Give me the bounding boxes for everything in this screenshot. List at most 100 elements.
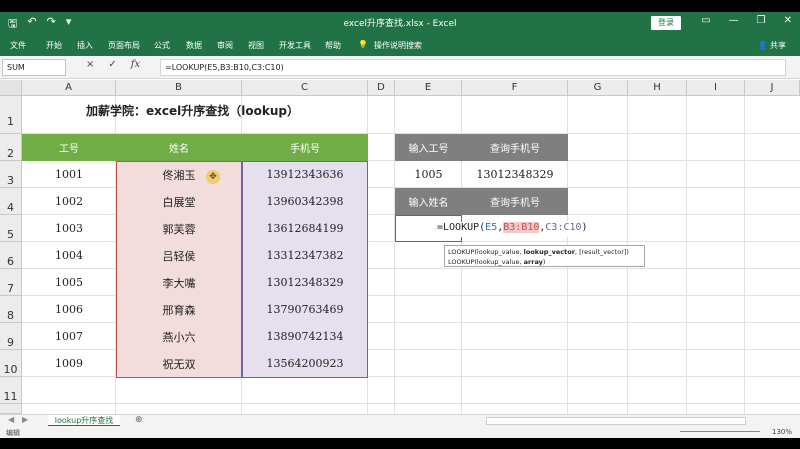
row-header-3[interactable]: 3 [0,161,22,188]
lookup1-header-input[interactable]: 输入工号 [395,134,462,161]
formula-buttons: × ✓ fx [86,59,140,70]
lightbulb-icon: 💡 [358,40,368,49]
cell-id[interactable]: 1009 [22,350,116,377]
row-header-7[interactable]: 7 [0,269,22,296]
row-header-5[interactable]: 5 [0,215,22,242]
tab-page-layout[interactable]: 页面布局 [108,40,140,51]
tab-review[interactable]: 审阅 [217,40,233,51]
name-box[interactable]: SUM [2,59,66,76]
table-header-phone[interactable]: 手机号 [242,134,368,161]
col-header-f[interactable]: F [462,80,568,96]
cell-phone[interactable]: 13790763469 [242,296,368,323]
tooltip-current-arg: array [523,258,543,266]
row-header-10[interactable]: 10 [0,350,22,377]
cell-id[interactable]: 1006 [22,296,116,323]
zoom-slider[interactable] [680,431,760,432]
tab-home[interactable]: 开始 [46,40,62,51]
cell-edit-formula[interactable]: =LOOKUP(E5,B3:B10,C3:C10) [437,222,588,237]
lookup1-header-result[interactable]: 查询手机号 [462,134,568,161]
formula-input[interactable]: =LOOKUP(E5,B3:B10,C3:C10) [160,59,786,76]
col-header-a[interactable]: A [22,80,116,96]
tab-developer[interactable]: 开发工具 [279,40,311,51]
tab-formulas[interactable]: 公式 [154,40,170,51]
insert-function-icon[interactable]: fx [131,59,140,70]
col-header-e[interactable]: E [395,80,462,96]
cell-id[interactable]: 1005 [22,269,116,296]
tab-insert[interactable]: 插入 [77,40,93,51]
maximize-icon[interactable]: ❐ [757,15,766,26]
cell-phone[interactable]: 13612684199 [242,215,368,242]
lookup1-input[interactable]: 1005 [395,161,462,188]
minimize-icon[interactable]: — [729,15,739,26]
enter-icon[interactable]: ✓ [108,59,116,70]
col-header-d[interactable]: D [368,80,395,96]
cell-name[interactable]: 邢育森 [116,296,242,323]
ribbon-options-icon[interactable]: ▭ [701,15,710,26]
cell-phone[interactable]: 13564200923 [242,350,368,377]
scroll-right-icon[interactable]: ▶ [22,415,28,424]
tooltip-text: ) [542,258,546,266]
tab-data[interactable]: 数据 [186,40,202,51]
share-label: 共享 [770,41,786,50]
zoom-level[interactable]: 130% [772,428,792,436]
cell-id[interactable]: 1007 [22,323,116,350]
tab-help[interactable]: 帮助 [325,40,341,51]
row-header-6[interactable]: 6 [0,242,22,269]
tooltip-line-vector[interactable]: LOOKUP(lookup_value, lookup_vector, [res… [448,247,641,257]
cell-name[interactable]: 吕轻侯 [116,242,242,269]
col-header-h[interactable]: H [628,80,687,96]
cell-name[interactable]: 白展堂 [116,188,242,215]
tooltip-line-array[interactable]: LOOKUP(lookup_value, array) [448,257,641,267]
lookup1-result[interactable]: 13012348329 [462,161,568,188]
sheet-tab-bar: ◀ ▶ lookup升序查找 ⊕ [0,414,800,427]
tell-me-search[interactable]: 操作说明搜索 [374,40,422,51]
row-header-8[interactable]: 8 [0,296,22,323]
sheet-title[interactable]: 加薪学院：excel升序查找（lookup） [86,102,299,119]
login-button[interactable]: 登录 [651,16,681,30]
col-header-i[interactable]: I [687,80,745,96]
horizontal-scrollbar[interactable] [486,417,746,425]
col-header-c[interactable]: C [242,80,368,96]
tooltip-text: , [result_vector]) [574,248,629,256]
lookup2-header-result[interactable]: 查询手机号 [462,188,568,215]
cell-name[interactable]: 李大嘴 [116,269,242,296]
lookup2-header-input[interactable]: 输入姓名 [395,188,462,215]
col-header-g[interactable]: G [568,80,628,96]
cancel-icon[interactable]: × [86,59,94,70]
cell-id[interactable]: 1004 [22,242,116,269]
table-header-id[interactable]: 工号 [22,134,116,161]
row-header-1[interactable]: 1 [0,96,22,134]
cell-phone[interactable]: 13960342398 [242,188,368,215]
share-button[interactable]: 👤 共享 [757,40,786,51]
scroll-left-icon[interactable]: ◀ [8,415,14,424]
function-signature-tooltip[interactable]: LOOKUP(lookup_value, lookup_vector, [res… [444,245,645,267]
close-icon[interactable]: ✕ [784,15,792,26]
cell-phone[interactable]: 13312347382 [242,242,368,269]
cell-name[interactable]: 郭芙蓉 [116,215,242,242]
cell-name[interactable]: 燕小六 [116,323,242,350]
status-mode: 编辑 [6,429,20,437]
cell-name[interactable]: 祝无双 [116,350,242,377]
row-header-2[interactable]: 2 [0,134,22,161]
cell-id[interactable]: 1003 [22,215,116,242]
col-header-j[interactable]: J [745,80,800,96]
tab-file[interactable]: 文件 [10,40,26,51]
add-sheet-icon[interactable]: ⊕ [135,415,143,425]
col-header-b[interactable]: B [116,80,242,96]
cell-name[interactable]: 佟湘玉 [116,161,242,188]
row-header-11[interactable]: 11 [0,377,22,404]
formula-arg-result-vector: C3:C10 [545,222,582,233]
select-all-corner[interactable] [0,80,22,96]
cell-phone[interactable]: 13012348329 [242,269,368,296]
tooltip-text: LOOKUP(lookup_value, [448,258,524,266]
row-header-9[interactable]: 9 [0,323,22,350]
cell-id[interactable]: 1001 [22,161,116,188]
cell-id[interactable]: 1002 [22,188,116,215]
cell-phone[interactable]: 13890742134 [242,323,368,350]
formula-arg-lookup-value: E5 [485,222,498,233]
cell-phone[interactable]: 13912343636 [242,161,368,188]
table-header-name[interactable]: 姓名 [116,134,242,161]
row-header-4[interactable]: 4 [0,188,22,215]
tab-view[interactable]: 视图 [248,40,264,51]
row-header-12-partial[interactable] [0,404,22,414]
